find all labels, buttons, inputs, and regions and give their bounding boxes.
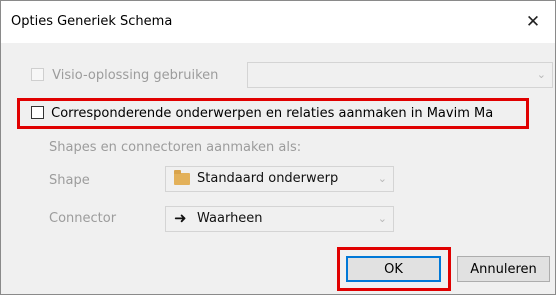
- shape-select-value: Standaard onderwerp: [197, 171, 339, 186]
- shapes-section-heading: Shapes en connectoren aanmaken als:: [49, 140, 302, 155]
- corresponding-option-checkbox[interactable]: [31, 106, 44, 119]
- ok-button[interactable]: OK: [346, 256, 441, 282]
- dialog-title: Opties Generiek Schema: [11, 14, 173, 29]
- corresponding-option-row: Corresponderende onderwerpen en relaties…: [31, 106, 493, 121]
- close-button[interactable]: ✕: [511, 1, 555, 43]
- visio-option-label: Visio-oplossing gebruiken: [52, 68, 219, 83]
- visio-option-row: Visio-oplossing gebruiken: [31, 68, 218, 83]
- connector-label: Connector: [49, 211, 117, 226]
- folder-icon: [174, 170, 190, 185]
- chevron-down-icon: ⌄: [377, 172, 387, 185]
- close-icon: ✕: [525, 12, 541, 32]
- shape-select[interactable]: Standaard onderwerp ⌄: [165, 166, 394, 192]
- title-bar: Opties Generiek Schema ✕: [1, 1, 555, 43]
- arrow-right-icon: ➜: [174, 209, 187, 227]
- visio-solution-select[interactable]: ⌄: [247, 62, 553, 88]
- visio-option-checkbox[interactable]: [31, 68, 44, 81]
- connector-select[interactable]: ➜ Waarheen ⌄: [165, 206, 394, 232]
- shape-label: Shape: [49, 173, 90, 188]
- cancel-button[interactable]: Annuleren: [457, 256, 550, 282]
- corresponding-option-label: Corresponderende onderwerpen en relaties…: [51, 106, 494, 121]
- options-dialog: Opties Generiek Schema ✕ Visio-oplossing…: [0, 0, 556, 295]
- connector-select-value: Waarheen: [197, 211, 263, 226]
- chevron-down-icon: ⌄: [377, 212, 387, 225]
- chevron-down-icon: ⌄: [536, 68, 546, 81]
